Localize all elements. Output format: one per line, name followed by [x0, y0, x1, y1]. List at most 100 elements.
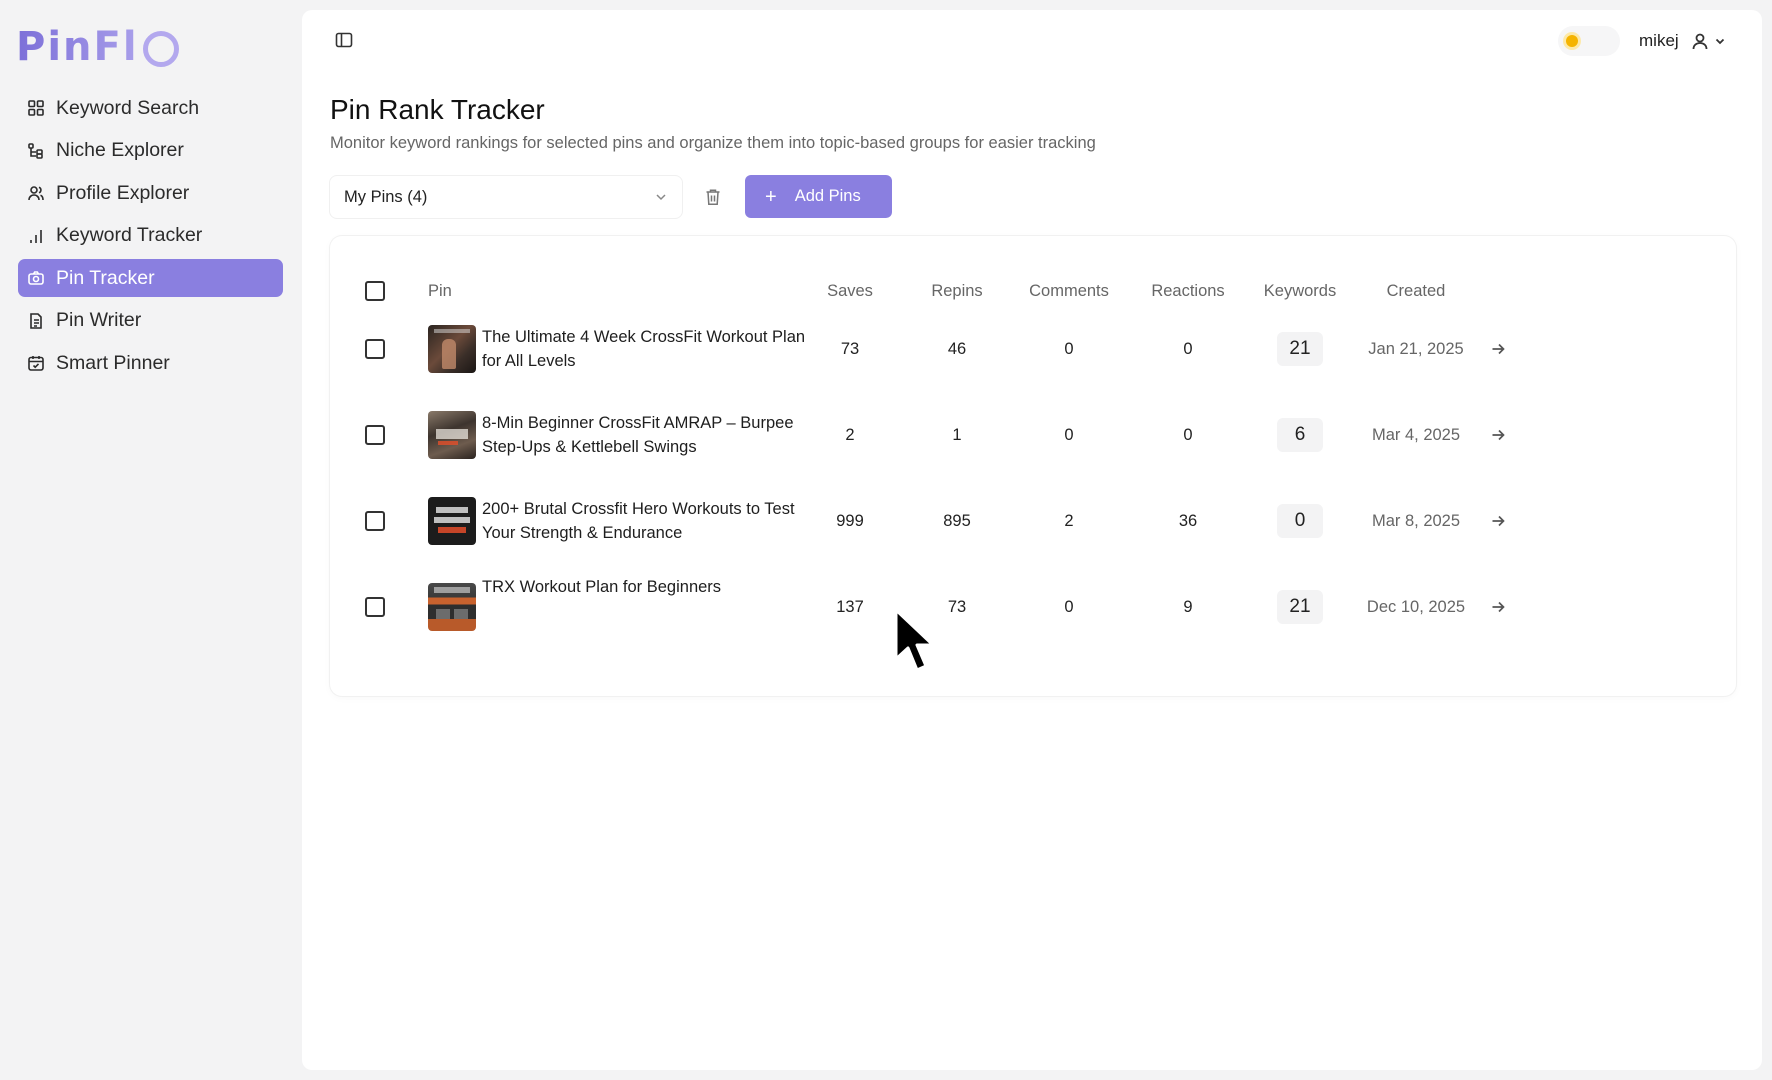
column-header-saves[interactable]: Saves [800, 276, 900, 306]
sidebar-item-niche-explorer[interactable]: Niche Explorer [18, 132, 283, 170]
document-icon [27, 312, 45, 330]
sidebar-item-profile-explorer[interactable]: Profile Explorer [18, 174, 283, 212]
arrow-right-icon[interactable] [1490, 341, 1506, 357]
sidebar-item-keyword-tracker[interactable]: Keyword Tracker [18, 217, 283, 255]
keywords-cell: 21 [1245, 306, 1355, 392]
row-checkbox-cell [365, 478, 385, 564]
pin-title[interactable]: The Ultimate 4 Week CrossFit Workout Pla… [482, 325, 827, 373]
bar-chart-icon [27, 227, 45, 245]
sidebar-item-pin-tracker[interactable]: Pin Tracker [18, 259, 283, 297]
sidebar-item-smart-pinner[interactable]: Smart Pinner [18, 344, 283, 382]
app-logo[interactable]: PinFl [16, 22, 179, 72]
plus-icon: + [765, 185, 777, 208]
sidebar-item-label: Pin Tracker [56, 266, 155, 289]
table-row[interactable]: TRX Workout Plan for Beginners 137 73 0 … [330, 564, 1736, 650]
sidebar-item-label: Smart Pinner [56, 351, 170, 374]
pin-title[interactable]: 200+ Brutal Crossfit Hero Workouts to Te… [482, 497, 827, 545]
created-date: Mar 8, 2025 [1371, 511, 1461, 530]
calendar-icon [27, 354, 45, 372]
keywords-cell: 6 [1245, 392, 1355, 478]
row-checkbox[interactable] [365, 425, 385, 445]
users-icon [27, 184, 45, 202]
pin-group-select[interactable]: My Pins (4) [330, 176, 682, 218]
reactions-value: 36 [1178, 511, 1198, 530]
username: mikej [1639, 31, 1679, 50]
saves-value: 137 [836, 597, 864, 616]
keywords-badge[interactable]: 21 [1277, 590, 1323, 624]
pin-title-cell: The Ultimate 4 Week CrossFit Workout Pla… [482, 306, 827, 392]
created-date: Dec 10, 2025 [1366, 597, 1466, 616]
theme-toggle[interactable] [1558, 26, 1620, 56]
reactions-value: 0 [1183, 425, 1193, 444]
pin-title[interactable]: TRX Workout Plan for Beginners [482, 575, 827, 599]
row-checkbox[interactable] [365, 511, 385, 531]
pin-thumbnail-cell [428, 392, 476, 478]
pin-thumbnail[interactable] [428, 583, 476, 631]
table-row[interactable]: 200+ Brutal Crossfit Hero Workouts to Te… [330, 478, 1736, 564]
pin-thumbnail[interactable] [428, 411, 476, 459]
column-header-pin: Pin [428, 281, 452, 300]
trash-icon [706, 189, 720, 205]
arrow-right-icon[interactable] [1490, 599, 1506, 615]
sidebar-item-label: Profile Explorer [56, 181, 190, 204]
row-open-cell [1490, 392, 1506, 478]
row-open-cell [1490, 478, 1506, 564]
pin-thumbnail-cell [428, 306, 476, 392]
column-header-reactions[interactable]: Reactions [1133, 276, 1243, 306]
repins-value: 895 [943, 511, 971, 530]
column-header-keywords[interactable]: Keywords [1245, 276, 1355, 306]
pin-thumbnail[interactable] [428, 497, 476, 545]
delete-group-button[interactable] [702, 186, 724, 208]
main-content: mikej Pin Rank Tracker Monitor keyword r… [302, 10, 1762, 1070]
keywords-cell: 0 [1245, 478, 1355, 564]
column-header-created[interactable]: Created [1361, 276, 1471, 306]
keywords-badge[interactable]: 21 [1277, 332, 1323, 366]
user-menu[interactable]: mikej [1639, 26, 1726, 56]
pin-title-cell: 8-Min Beginner CrossFit AMRAP – Burpee S… [482, 392, 827, 478]
page-subtitle: Monitor keyword rankings for selected pi… [330, 134, 1096, 152]
pin-title-cell: 200+ Brutal Crossfit Hero Workouts to Te… [482, 478, 827, 564]
pin-title-cell: TRX Workout Plan for Beginners [482, 564, 827, 650]
header-checkbox-cell [365, 276, 385, 306]
pin-title[interactable]: 8-Min Beginner CrossFit AMRAP – Burpee S… [482, 411, 827, 459]
hierarchy-icon [27, 142, 45, 160]
sidebar-item-label: Keyword Search [56, 96, 200, 119]
created-date: Mar 4, 2025 [1371, 425, 1461, 444]
sun-icon [1566, 35, 1578, 47]
sidebar: PinFl Keyword Search Niche Explorer Prof… [0, 0, 302, 1080]
keywords-cell: 21 [1245, 564, 1355, 650]
row-checkbox[interactable] [365, 339, 385, 359]
column-header-repins[interactable]: Repins [907, 276, 1007, 306]
keywords-badge[interactable]: 0 [1277, 504, 1323, 538]
sidebar-item-label: Keyword Tracker [56, 224, 203, 246]
sidebar-nav: Keyword Search Niche Explorer Profile Ex… [18, 89, 283, 387]
logo-swirl-icon [142, 31, 179, 67]
column-header-comments[interactable]: Comments [1014, 276, 1124, 306]
saves-value: 2 [845, 425, 855, 444]
row-checkbox-cell [365, 306, 385, 392]
sidebar-item-pin-writer[interactable]: Pin Writer [18, 302, 283, 340]
app-window: PinFl Keyword Search Niche Explorer Prof… [0, 0, 1772, 1080]
pin-thumbnail-cell [428, 564, 476, 650]
reactions-value: 9 [1183, 597, 1193, 616]
sidebar-toggle-button[interactable] [332, 28, 356, 52]
select-all-checkbox[interactable] [365, 281, 385, 301]
comments-value: 0 [1064, 339, 1074, 358]
keywords-badge[interactable]: 6 [1277, 418, 1323, 452]
row-checkbox[interactable] [365, 597, 385, 617]
row-checkbox-cell [365, 392, 385, 478]
page-title: Pin Rank Tracker [330, 94, 545, 125]
arrow-right-icon[interactable] [1490, 427, 1506, 443]
add-pins-button[interactable]: + Add Pins [745, 175, 892, 218]
add-pins-label: Add Pins [794, 187, 861, 205]
arrow-right-icon[interactable] [1490, 513, 1506, 529]
logo-text: PinFl [16, 24, 139, 70]
pins-table: Pin Saves Repins Comments Reactions Keyw… [330, 236, 1736, 696]
row-checkbox-cell [365, 564, 385, 650]
user-icon [1691, 32, 1709, 50]
table-row[interactable]: 8-Min Beginner CrossFit AMRAP – Burpee S… [330, 392, 1736, 478]
table-row[interactable]: The Ultimate 4 Week CrossFit Workout Pla… [330, 306, 1736, 392]
sidebar-item-keyword-search[interactable]: Keyword Search [18, 89, 283, 127]
pin-thumbnail[interactable] [428, 325, 476, 373]
sidebar-panel-icon [335, 32, 353, 48]
